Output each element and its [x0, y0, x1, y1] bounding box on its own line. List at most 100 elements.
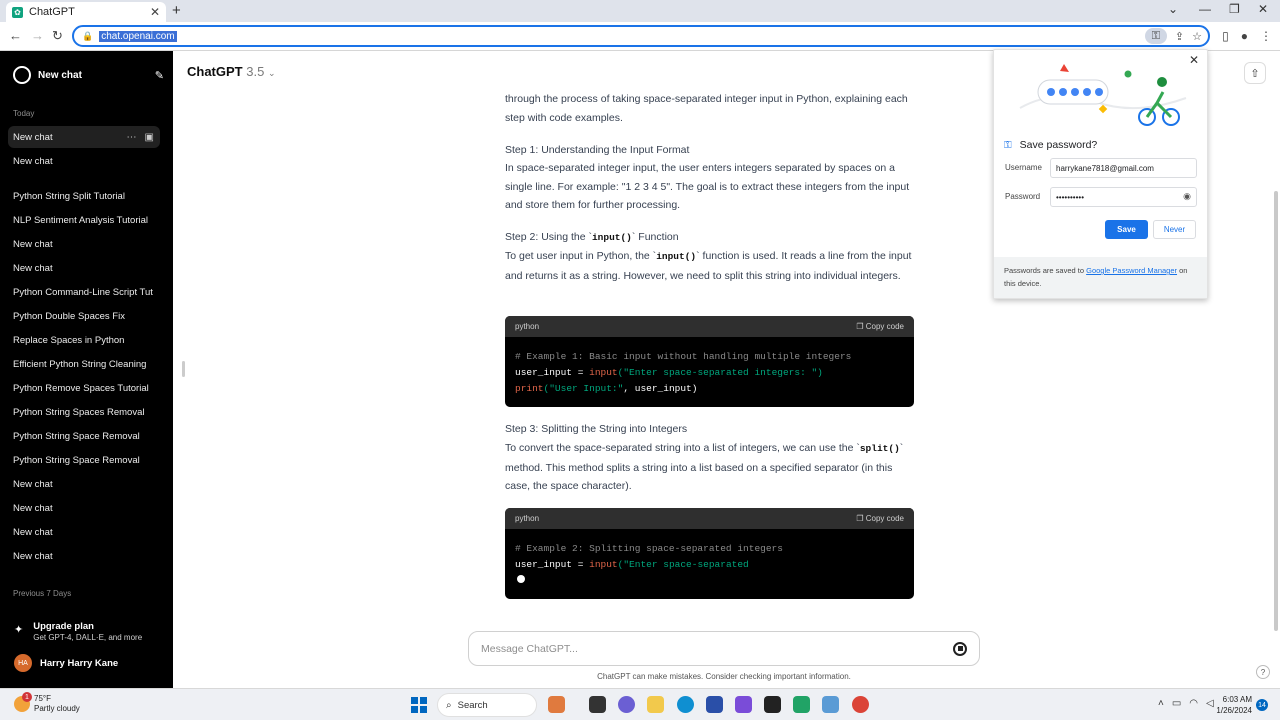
popup-title: ⚿ Save password?: [1004, 139, 1098, 151]
wifi-icon[interactable]: ◠: [1189, 698, 1198, 709]
model-name: ChatGPT: [187, 64, 243, 79]
show-password-eye-icon[interactable]: ◉: [1183, 191, 1191, 202]
password-field[interactable]: •••••••••• ◉: [1050, 187, 1197, 207]
password-illustration-icon: [1019, 64, 1187, 126]
share-button[interactable]: ⇧: [1244, 62, 1266, 84]
chrome-icon[interactable]: [852, 696, 869, 713]
close-tab-icon[interactable]: ✕: [150, 5, 160, 19]
sidebar-item[interactable]: Python String Spaces Removal: [8, 401, 160, 423]
task-view-icon[interactable]: [589, 696, 606, 713]
share-page-icon[interactable]: ⇪: [1175, 30, 1184, 43]
vpn-app-icon[interactable]: [735, 696, 752, 713]
side-panel-icon[interactable]: ▯: [1222, 29, 1229, 43]
save-password-popup: ✕ ⚿ Save password? Username harrykane781…: [993, 49, 1208, 299]
new-tab-button[interactable]: +: [172, 2, 181, 19]
sidebar-item[interactable]: Replace Spaces in Python: [8, 329, 160, 351]
never-button[interactable]: Never: [1153, 220, 1196, 239]
message-placeholder: Message ChatGPT...: [481, 642, 578, 655]
sidebar-item[interactable]: Python String Space Removal: [8, 449, 160, 471]
weather-badge: 1: [22, 692, 32, 702]
start-button-icon[interactable]: [411, 697, 427, 713]
save-button[interactable]: Save: [1105, 220, 1148, 239]
user-name: Harry Harry Kane: [40, 657, 119, 669]
weather-icon: 1: [14, 692, 32, 712]
display-icon[interactable]: ▭: [1172, 698, 1181, 709]
chevron-up-icon[interactable]: ˄: [1158, 698, 1164, 709]
close-icon[interactable]: ✕: [1189, 53, 1199, 67]
help-button[interactable]: ?: [1256, 665, 1270, 679]
tab-search-icon[interactable]: ⌄: [1168, 2, 1178, 16]
tab-title: ChatGPT: [29, 6, 75, 18]
avatar: HA: [14, 654, 32, 672]
address-bar[interactable]: 🔒 chat.openai.com ⚿ ⇪ ☆: [72, 25, 1210, 47]
copy-code-button[interactable]: ❐ Copy code: [856, 514, 904, 523]
sidebar-item[interactable]: Python Double Spaces Fix: [8, 305, 160, 327]
sidebar-item[interactable]: New chat: [8, 545, 160, 567]
back-icon[interactable]: ←: [9, 28, 22, 43]
file-explorer-icon[interactable]: [647, 696, 664, 713]
code-content[interactable]: # Example 2: Splitting space-separated i…: [505, 529, 914, 599]
upgrade-title: Upgrade plan: [33, 621, 94, 632]
model-selector[interactable]: ChatGPT 3.5 ⌄: [187, 64, 276, 79]
weather-widget[interactable]: 1 75°F Partly cloudy: [14, 692, 80, 714]
excel-icon[interactable]: [793, 696, 810, 713]
password-key-icon[interactable]: ⚿: [1144, 28, 1167, 44]
sidebar-item[interactable]: New chat: [8, 521, 160, 543]
edge-icon[interactable]: [677, 696, 694, 713]
profile-icon[interactable]: ●: [1241, 29, 1248, 43]
step2-body: To get user input in Python, the `input(…: [505, 250, 912, 282]
minimize-icon[interactable]: —: [1199, 2, 1211, 16]
password-manager-link[interactable]: Google Password Manager: [1086, 266, 1177, 275]
more-options-icon[interactable]: ⋯: [127, 132, 137, 143]
widgets-app-icon[interactable]: [548, 696, 565, 713]
taskbar-search[interactable]: ⌕ Search: [437, 693, 537, 717]
sidebar-toggle-handle[interactable]: [182, 361, 185, 377]
browser-menu-icon[interactable]: ⋮: [1260, 29, 1272, 43]
archive-icon[interactable]: ▣: [145, 132, 154, 143]
message-input[interactable]: Message ChatGPT...: [468, 631, 980, 666]
teams-chat-icon[interactable]: [618, 696, 635, 713]
sidebar-item[interactable]: Python Command-Line Script Tut: [8, 281, 160, 303]
new-chat-label: New chat: [38, 69, 82, 81]
notification-badge[interactable]: 14: [1256, 699, 1268, 711]
step2-title: Step 2: Using the `input()` Function: [505, 231, 679, 243]
sidebar-item[interactable]: New chat: [8, 473, 160, 495]
network-app-icon[interactable]: [822, 696, 839, 713]
code-block-header: python ❐ Copy code: [505, 508, 914, 529]
url-text[interactable]: chat.openai.com: [99, 30, 177, 42]
username-field[interactable]: harrykane7818@gmail.com: [1050, 158, 1197, 178]
store-icon[interactable]: [706, 696, 723, 713]
sidebar-item[interactable]: New chat: [8, 257, 160, 279]
restore-icon[interactable]: ❐: [1229, 2, 1240, 16]
code-block-header: python ❐ Copy code: [505, 316, 914, 337]
sidebar-item[interactable]: New chat: [8, 497, 160, 519]
browser-toolbar: ← → ↻ 🔒 chat.openai.com ⚿ ⇪ ☆ ▯ ● ⋮: [0, 22, 1280, 51]
compose-icon[interactable]: ✎: [155, 69, 164, 82]
forward-icon[interactable]: →: [31, 28, 44, 43]
close-window-icon[interactable]: ✕: [1258, 2, 1268, 16]
reload-icon[interactable]: ↻: [52, 28, 63, 44]
scrollbar[interactable]: [1274, 191, 1278, 631]
sidebar-item[interactable]: Efficient Python String Cleaning: [8, 353, 160, 375]
browser-tab[interactable]: ✿ ChatGPT ✕: [6, 2, 166, 22]
code-content[interactable]: # Example 1: Basic input without handlin…: [505, 337, 914, 407]
taskbar: 1 75°F Partly cloudy ⌕ Search ˄ ▭ ◠ ◁ 6:0…: [0, 688, 1280, 720]
user-menu[interactable]: HA Harry Harry Kane: [14, 654, 118, 672]
sidebar-item[interactable]: Python Remove Spaces Tutorial: [8, 377, 160, 399]
sidebar-item[interactable]: New chat: [8, 150, 160, 172]
clipboard-icon: ❐: [856, 322, 864, 331]
password-label: Password: [1005, 192, 1041, 201]
sidebar-item[interactable]: Python String Split Tutorial: [8, 185, 160, 207]
sidebar-item[interactable]: Python String Space Removal: [8, 425, 160, 447]
clock[interactable]: 6:03 AM 1/26/2024: [1206, 694, 1252, 716]
sidebar-item[interactable]: New chat ⋯ ▣: [8, 126, 160, 148]
terminal-icon[interactable]: [764, 696, 781, 713]
upgrade-plan-button[interactable]: ✦ Upgrade plan Get GPT-4, DALL·E, and mo…: [14, 621, 142, 642]
copy-code-button[interactable]: ❐ Copy code: [856, 322, 904, 331]
new-chat-button[interactable]: New chat ✎: [8, 65, 164, 85]
sidebar-item[interactable]: New chat: [8, 233, 160, 255]
sidebar-item[interactable]: NLP Sentiment Analysis Tutorial: [8, 209, 160, 231]
typing-cursor-icon: [517, 575, 525, 583]
stop-generating-button[interactable]: [953, 641, 967, 656]
bookmark-star-icon[interactable]: ☆: [1192, 30, 1202, 43]
